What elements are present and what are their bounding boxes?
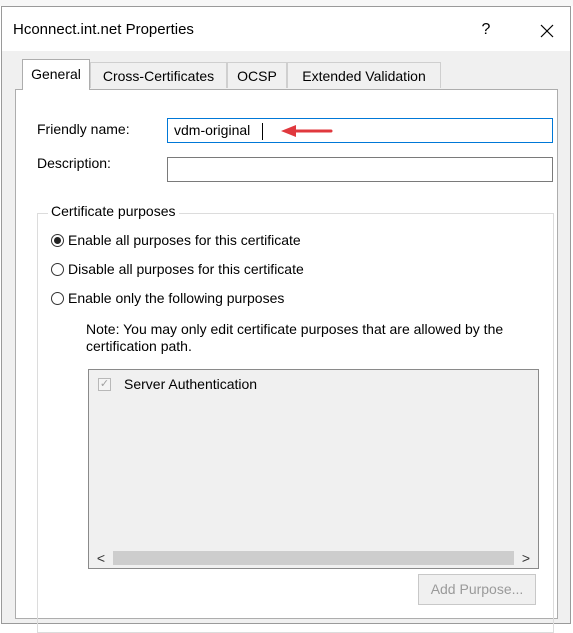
- radio-enable-only-following[interactable]: Enable only the following purposes: [51, 288, 284, 308]
- radio-unselected-icon: [51, 291, 64, 305]
- add-purpose-button[interactable]: Add Purpose...: [418, 574, 536, 605]
- annotation-arrow-icon: [281, 125, 333, 137]
- radio-disable-all-label: Disable all purposes for this certificat…: [68, 261, 304, 277]
- scrollbar-thumb[interactable]: [113, 551, 514, 565]
- radio-disable-all[interactable]: Disable all purposes for this certificat…: [51, 259, 304, 279]
- title-bar: Hconnect.int.net Properties ?: [2, 7, 570, 51]
- purposes-list[interactable]: ✓ Server Authentication < >: [88, 369, 539, 569]
- friendly-name-value: vdm-original: [174, 122, 251, 138]
- radio-unselected-icon: [51, 262, 64, 276]
- scroll-left-icon[interactable]: <: [91, 548, 111, 568]
- tab-cross-certificates[interactable]: Cross-Certificates: [90, 62, 227, 88]
- dialog-title: Hconnect.int.net Properties: [13, 21, 194, 38]
- description-label: Description:: [37, 155, 111, 171]
- close-button[interactable]: [532, 17, 562, 43]
- tab-ocsp[interactable]: OCSP: [227, 62, 287, 88]
- friendly-name-label: Friendly name:: [37, 121, 130, 137]
- certificate-purposes-title: Certificate purposes: [48, 203, 179, 219]
- scroll-right-icon[interactable]: >: [516, 548, 536, 568]
- purposes-note: Note: You may only edit certificate purp…: [86, 321, 504, 354]
- radio-enable-all-label: Enable all purposes for this certificate: [68, 232, 301, 248]
- friendly-name-input[interactable]: vdm-original: [167, 118, 553, 143]
- horizontal-scrollbar[interactable]: < >: [89, 548, 538, 568]
- description-input[interactable]: [167, 157, 553, 182]
- text-caret: [262, 123, 263, 140]
- radio-enable-only-following-label: Enable only the following purposes: [68, 290, 285, 306]
- radio-enable-all[interactable]: Enable all purposes for this certificate: [51, 230, 301, 250]
- help-button[interactable]: ?: [472, 17, 500, 43]
- close-icon: [540, 24, 554, 38]
- server-authentication-label: Server Authentication: [124, 376, 258, 392]
- tab-extended-validation[interactable]: Extended Validation: [287, 62, 441, 88]
- tab-general[interactable]: General: [22, 59, 90, 90]
- radio-selected-icon: [51, 233, 64, 247]
- server-authentication-checkbox: ✓: [98, 378, 111, 391]
